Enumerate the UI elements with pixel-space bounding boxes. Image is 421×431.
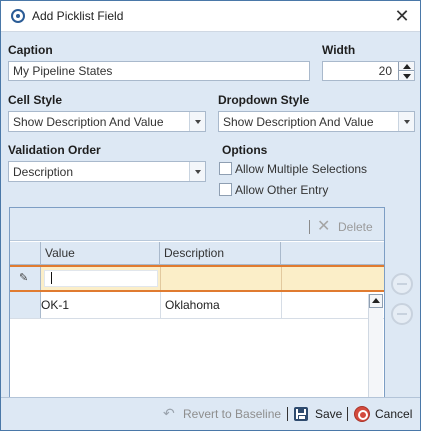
title-bar: Add Picklist Field ✕ bbox=[1, 1, 420, 32]
row-indicator bbox=[10, 292, 41, 318]
cancel-label: Cancel bbox=[375, 407, 413, 421]
spin-up-icon[interactable] bbox=[399, 62, 414, 71]
delete-label: Delete bbox=[338, 220, 373, 234]
chevron-down-icon[interactable] bbox=[189, 112, 205, 131]
revert-icon: ↶ bbox=[163, 405, 175, 421]
allow-multiple-label[interactable]: Allow Multiple Selections bbox=[235, 162, 367, 176]
row-indicator-header bbox=[10, 242, 41, 264]
allow-multiple-checkbox[interactable] bbox=[219, 162, 232, 175]
table-row[interactable]: OK-1 Oklahoma bbox=[10, 292, 384, 319]
dropdown-style-value: Show Description And Value bbox=[223, 115, 374, 129]
delete-x-icon: ✕ bbox=[317, 218, 331, 235]
dropdown-style-select[interactable]: Show Description And Value bbox=[218, 111, 415, 132]
cell-divider bbox=[160, 267, 161, 290]
footer-separator bbox=[347, 407, 348, 421]
validation-order-label: Validation Order bbox=[8, 143, 101, 157]
pencil-icon: ✎ bbox=[19, 272, 29, 284]
new-value-input[interactable] bbox=[44, 270, 158, 287]
close-button[interactable]: ✕ bbox=[392, 6, 412, 26]
move-up-icon[interactable] bbox=[391, 273, 413, 295]
add-picklist-field-dialog: Add Picklist Field ✕ Caption My Pipeline… bbox=[0, 0, 421, 431]
allow-other-checkbox[interactable] bbox=[219, 183, 232, 196]
grid-header: Value Description bbox=[10, 242, 384, 265]
chevron-down-icon[interactable] bbox=[189, 162, 205, 181]
column-header-empty bbox=[281, 242, 384, 264]
caption-input[interactable]: My Pipeline States bbox=[8, 61, 310, 81]
footer-separator bbox=[287, 407, 288, 421]
cell-divider bbox=[281, 267, 282, 290]
new-row-editor[interactable]: ✎ bbox=[10, 265, 384, 292]
column-header-value[interactable]: Value bbox=[41, 242, 160, 264]
delete-button[interactable]: ✕ Delete bbox=[316, 218, 378, 236]
dialog-footer: ↶ Revert to Baseline Save Cancel bbox=[1, 397, 420, 430]
width-value: 20 bbox=[378, 64, 392, 78]
text-cursor bbox=[51, 272, 52, 284]
dialog-title: Add Picklist Field bbox=[32, 9, 124, 23]
picklist-grid-panel: ✕ Delete Value Description ✎ OK-1 Oklaho… bbox=[9, 207, 385, 421]
toolbar-separator bbox=[309, 220, 310, 234]
cell-divider bbox=[160, 292, 161, 318]
form-body: Caption My Pipeline States Width 20 Cell… bbox=[1, 33, 420, 421]
options-label: Options bbox=[222, 143, 268, 157]
cancel-button[interactable]: Cancel bbox=[354, 406, 413, 422]
scroll-up-icon[interactable] bbox=[369, 294, 383, 308]
revert-button[interactable]: ↶ Revert to Baseline bbox=[163, 405, 282, 421]
cell-value[interactable]: OK-1 bbox=[41, 298, 69, 312]
cell-style-value: Show Description And Value bbox=[13, 115, 164, 129]
move-down-icon[interactable] bbox=[391, 303, 413, 325]
width-stepper[interactable] bbox=[398, 62, 414, 80]
chevron-down-icon[interactable] bbox=[398, 112, 414, 131]
close-icon: ✕ bbox=[394, 6, 410, 26]
spin-down-icon[interactable] bbox=[399, 72, 414, 80]
validation-order-select[interactable]: Description bbox=[8, 161, 206, 182]
column-header-description[interactable]: Description bbox=[160, 242, 281, 264]
cell-style-select[interactable]: Show Description And Value bbox=[8, 111, 206, 132]
dropdown-style-label: Dropdown Style bbox=[218, 93, 310, 107]
app-logo-icon bbox=[11, 9, 25, 23]
save-icon bbox=[294, 407, 308, 421]
save-label: Save bbox=[315, 407, 343, 421]
width-label: Width bbox=[322, 43, 356, 57]
allow-other-label[interactable]: Allow Other Entry bbox=[235, 183, 328, 197]
cancel-icon bbox=[354, 406, 370, 422]
validation-order-value: Description bbox=[13, 165, 74, 179]
cell-style-label: Cell Style bbox=[8, 93, 63, 107]
cell-description[interactable]: Oklahoma bbox=[165, 298, 220, 312]
cell-divider bbox=[281, 292, 282, 318]
width-spinner[interactable]: 20 bbox=[322, 61, 415, 81]
caption-label: Caption bbox=[8, 43, 53, 57]
grid-toolbar: ✕ Delete bbox=[10, 208, 384, 241]
save-button[interactable]: Save bbox=[294, 407, 342, 421]
revert-label: Revert to Baseline bbox=[183, 407, 282, 421]
row-indicator: ✎ bbox=[10, 267, 41, 290]
